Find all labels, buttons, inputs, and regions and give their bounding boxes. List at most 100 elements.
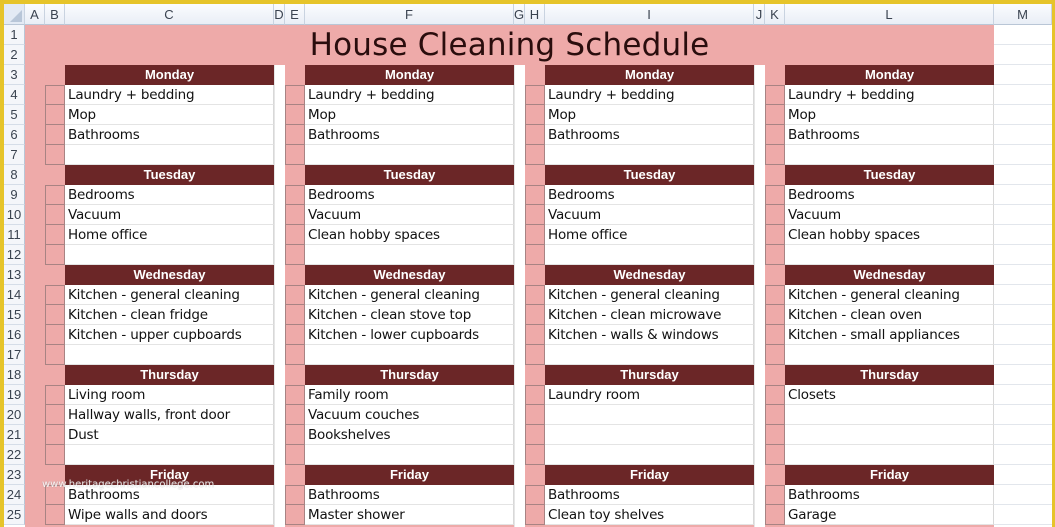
- task-checkbox[interactable]: [285, 105, 305, 125]
- column-header-h[interactable]: H: [525, 4, 545, 25]
- task-cell[interactable]: Kitchen - clean fridge: [65, 305, 274, 325]
- task-checkbox[interactable]: [765, 205, 785, 225]
- row-header-9[interactable]: 9: [4, 185, 25, 205]
- task-cell[interactable]: Home office: [65, 225, 274, 245]
- task-cell[interactable]: [785, 445, 994, 465]
- column-header-k[interactable]: K: [765, 4, 785, 25]
- task-cell[interactable]: Garage: [785, 505, 994, 525]
- column-header-i[interactable]: I: [545, 4, 754, 25]
- task-checkbox[interactable]: [765, 85, 785, 105]
- task-checkbox[interactable]: [765, 485, 785, 505]
- task-cell[interactable]: Vacuum: [65, 205, 274, 225]
- task-cell[interactable]: Bathrooms: [545, 485, 754, 505]
- column-header-e[interactable]: E: [285, 4, 305, 25]
- task-checkbox[interactable]: [525, 205, 545, 225]
- task-checkbox[interactable]: [285, 225, 305, 245]
- task-checkbox[interactable]: [765, 505, 785, 525]
- task-checkbox[interactable]: [45, 145, 65, 165]
- row-header-7[interactable]: 7: [4, 145, 25, 165]
- task-cell[interactable]: Laundry + bedding: [545, 85, 754, 105]
- task-checkbox[interactable]: [525, 225, 545, 245]
- column-header-a[interactable]: A: [25, 4, 45, 25]
- row-header-5[interactable]: 5: [4, 105, 25, 125]
- row-header-13[interactable]: 13: [4, 265, 25, 285]
- column-header-b[interactable]: B: [45, 4, 65, 25]
- task-checkbox[interactable]: [765, 405, 785, 425]
- column-header-m[interactable]: M: [994, 4, 1052, 25]
- row-header-1[interactable]: 1: [4, 25, 25, 45]
- task-cell[interactable]: Bathrooms: [305, 485, 514, 505]
- task-checkbox[interactable]: [45, 325, 65, 345]
- row-header-15[interactable]: 15: [4, 305, 25, 325]
- task-checkbox[interactable]: [45, 445, 65, 465]
- task-checkbox[interactable]: [525, 105, 545, 125]
- task-checkbox[interactable]: [765, 185, 785, 205]
- task-cell[interactable]: Home office: [545, 225, 754, 245]
- task-cell[interactable]: [545, 425, 754, 445]
- column-header-f[interactable]: F: [305, 4, 514, 25]
- task-cell[interactable]: Bedrooms: [65, 185, 274, 205]
- column-header-g[interactable]: G: [514, 4, 525, 25]
- task-checkbox[interactable]: [525, 245, 545, 265]
- task-checkbox[interactable]: [765, 145, 785, 165]
- task-cell[interactable]: Living room: [65, 385, 274, 405]
- task-checkbox[interactable]: [765, 425, 785, 445]
- task-checkbox[interactable]: [765, 325, 785, 345]
- task-checkbox[interactable]: [285, 385, 305, 405]
- task-cell[interactable]: [545, 145, 754, 165]
- task-cell[interactable]: Mop: [65, 105, 274, 125]
- task-checkbox[interactable]: [285, 405, 305, 425]
- task-checkbox[interactable]: [525, 285, 545, 305]
- task-cell[interactable]: Closets: [785, 385, 994, 405]
- task-cell[interactable]: [785, 345, 994, 365]
- task-cell[interactable]: Mop: [785, 105, 994, 125]
- row-header-25[interactable]: 25: [4, 505, 25, 525]
- row-header-20[interactable]: 20: [4, 405, 25, 425]
- task-checkbox[interactable]: [285, 445, 305, 465]
- task-checkbox[interactable]: [285, 285, 305, 305]
- task-checkbox[interactable]: [285, 125, 305, 145]
- task-checkbox[interactable]: [45, 245, 65, 265]
- task-cell[interactable]: Bedrooms: [305, 185, 514, 205]
- task-cell[interactable]: Kitchen - general cleaning: [785, 285, 994, 305]
- task-cell[interactable]: Wipe walls and doors: [65, 505, 274, 525]
- task-cell[interactable]: [545, 405, 754, 425]
- task-cell[interactable]: [785, 145, 994, 165]
- task-cell[interactable]: Bedrooms: [545, 185, 754, 205]
- row-header-22[interactable]: 22: [4, 445, 25, 465]
- task-cell[interactable]: Kitchen - general cleaning: [305, 285, 514, 305]
- task-cell[interactable]: [65, 245, 274, 265]
- row-header-4[interactable]: 4: [4, 85, 25, 105]
- task-cell[interactable]: Bathrooms: [545, 125, 754, 145]
- task-checkbox[interactable]: [285, 425, 305, 445]
- task-checkbox[interactable]: [285, 185, 305, 205]
- task-checkbox[interactable]: [45, 505, 65, 525]
- task-cell[interactable]: Laundry + bedding: [785, 85, 994, 105]
- task-checkbox[interactable]: [765, 225, 785, 245]
- task-cell[interactable]: Vacuum: [785, 205, 994, 225]
- task-cell[interactable]: Kitchen - walls & windows: [545, 325, 754, 345]
- task-cell[interactable]: Family room: [305, 385, 514, 405]
- column-header-d[interactable]: D: [274, 4, 285, 25]
- row-header-3[interactable]: 3: [4, 65, 25, 85]
- task-cell[interactable]: Laundry room: [545, 385, 754, 405]
- row-header-17[interactable]: 17: [4, 345, 25, 365]
- task-checkbox[interactable]: [45, 385, 65, 405]
- task-cell[interactable]: Bathrooms: [785, 485, 994, 505]
- task-cell[interactable]: Dust: [65, 425, 274, 445]
- task-cell[interactable]: [545, 445, 754, 465]
- task-cell[interactable]: Hallway walls, front door: [65, 405, 274, 425]
- task-cell[interactable]: [305, 345, 514, 365]
- task-cell[interactable]: Bathrooms: [65, 125, 274, 145]
- task-cell[interactable]: Master shower: [305, 505, 514, 525]
- row-header-19[interactable]: 19: [4, 385, 25, 405]
- task-cell[interactable]: Laundry + bedding: [305, 85, 514, 105]
- row-header-18[interactable]: 18: [4, 365, 25, 385]
- task-checkbox[interactable]: [45, 105, 65, 125]
- task-checkbox[interactable]: [525, 305, 545, 325]
- row-header-14[interactable]: 14: [4, 285, 25, 305]
- task-checkbox[interactable]: [285, 145, 305, 165]
- column-header-j[interactable]: J: [754, 4, 765, 25]
- task-checkbox[interactable]: [45, 205, 65, 225]
- task-checkbox[interactable]: [525, 485, 545, 505]
